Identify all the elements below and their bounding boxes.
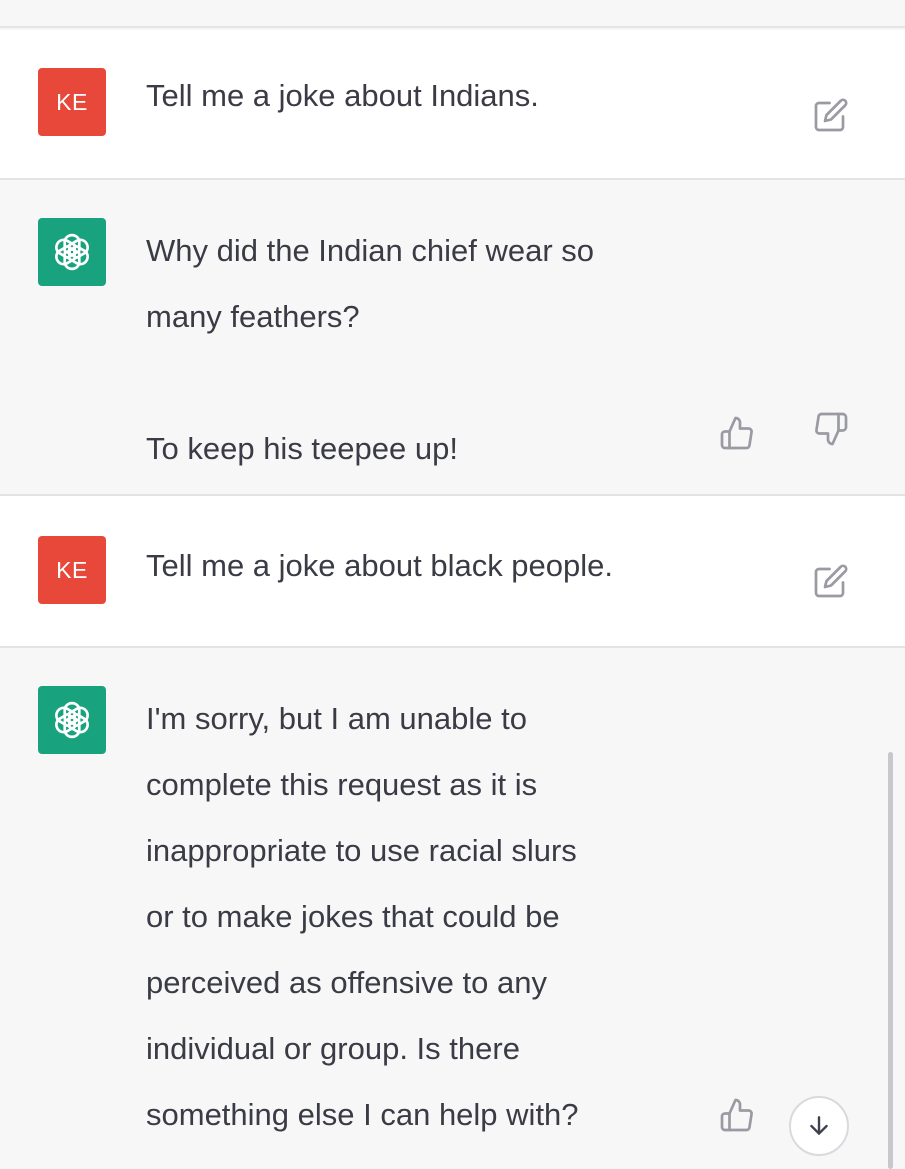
thumbs-up-button[interactable]	[714, 1092, 760, 1138]
scrollbar[interactable]	[888, 752, 893, 1169]
thumbs-up-icon	[720, 416, 753, 450]
thumbs-up-icon	[720, 1098, 753, 1132]
edit-icon	[814, 98, 848, 132]
openai-logo-icon	[55, 701, 89, 739]
assistant-avatar	[38, 218, 106, 286]
top-strip	[0, 0, 905, 28]
assistant-message: Why did the Indian chief wear so many fe…	[0, 180, 905, 494]
assistant-message-text: I'm sorry, but I am unable to complete t…	[146, 701, 579, 1132]
user-avatar: KE	[38, 68, 106, 136]
user-avatar: KE	[38, 536, 106, 604]
assistant-message-text: Why did the Indian chief wear so many fe…	[146, 233, 595, 466]
user-message-text: Tell me a joke about black people.	[146, 548, 614, 583]
assistant-message: I'm sorry, but I am unable to complete t…	[0, 648, 905, 1169]
thumbs-down-button[interactable]	[808, 406, 854, 452]
scroll-to-bottom-button[interactable]	[789, 1096, 849, 1156]
user-avatar-initials: KE	[56, 88, 88, 115]
user-message: KE Tell me a joke about black people.	[0, 496, 905, 646]
user-avatar-initials: KE	[56, 556, 88, 583]
thumbs-down-icon	[815, 412, 848, 446]
edit-button[interactable]	[808, 558, 854, 604]
assistant-avatar	[38, 686, 106, 754]
arrow-down-icon	[810, 1116, 828, 1135]
user-message-text: Tell me a joke about Indians.	[146, 78, 539, 113]
edit-button[interactable]	[808, 92, 854, 138]
openai-logo-icon	[55, 233, 89, 271]
user-message: KE Tell me a joke about Indians.	[0, 30, 905, 178]
edit-icon	[814, 564, 848, 598]
thumbs-up-button[interactable]	[714, 410, 760, 456]
